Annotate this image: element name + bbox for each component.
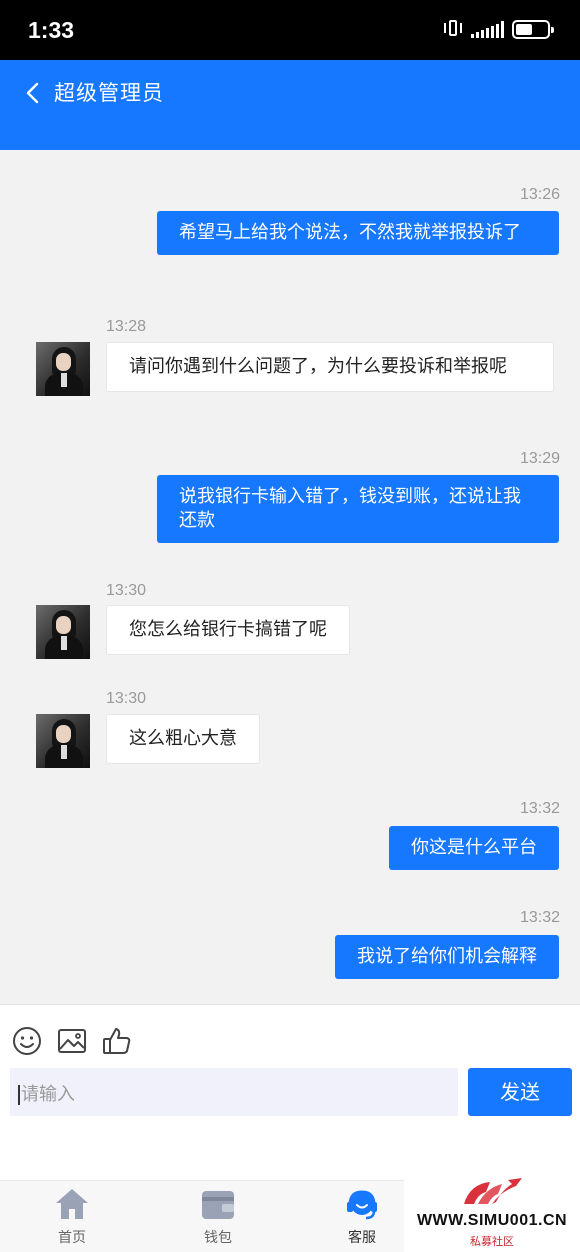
vibrate-icon <box>443 18 463 40</box>
thumbs-up-icon[interactable] <box>101 1025 133 1057</box>
text-caret <box>18 1085 20 1105</box>
message-input[interactable]: 请输入 <box>10 1068 458 1116</box>
page-title: 超级管理员 <box>54 81 164 105</box>
watermark-subtitle: 私募社区 <box>470 1235 514 1248</box>
agent-avatar[interactable] <box>36 605 90 659</box>
agent-avatar[interactable] <box>36 342 90 396</box>
message-bubble-sent: 你这是什么平台 <box>389 826 559 870</box>
tab-customer-service[interactable]: 客服 <box>307 1181 417 1252</box>
message-time: 13:26 <box>519 186 560 203</box>
status-bar: 1:33 <box>0 0 580 60</box>
chat-header: 超级管理员 <box>0 60 580 150</box>
image-icon[interactable] <box>56 1025 88 1057</box>
signal-icon <box>471 20 504 38</box>
chat-messages[interactable]: 13:26 希望马上给我个说法，不然我就举报投诉了 13:28 请问你遇到什么问… <box>0 150 580 1004</box>
simu-logo-icon <box>464 1178 522 1204</box>
message-time: 13:30 <box>106 690 147 707</box>
send-button[interactable]: 发送 <box>468 1068 572 1116</box>
agent-avatar[interactable] <box>36 714 90 768</box>
watermark-url: WWW.SIMU001.CN <box>416 1212 568 1229</box>
tab-label: 首页 <box>58 1230 86 1246</box>
message-composer: 请输入 发送 <box>0 1004 580 1180</box>
message-time: 13:28 <box>106 318 147 335</box>
customer-service-icon <box>347 1190 377 1220</box>
message-bubble-received: 请问你遇到什么问题了，为什么要投诉和举报呢 <box>106 342 554 392</box>
status-icons <box>443 18 554 40</box>
message-bubble-received: 这么粗心大意 <box>106 714 260 764</box>
message-input-placeholder: 请输入 <box>21 1084 75 1105</box>
watermark: WWW.SIMU001.CN 私募社区 <box>404 1168 580 1252</box>
back-arrow-icon[interactable] <box>22 81 46 105</box>
status-time: 1:33 <box>28 17 75 43</box>
tab-home[interactable]: 首页 <box>17 1181 127 1252</box>
battery-icon <box>512 19 554 39</box>
wallet-icon <box>202 1191 234 1219</box>
message-time: 13:32 <box>519 909 560 926</box>
message-bubble-sent: 希望马上给我个说法，不然我就举报投诉了 <box>157 211 559 255</box>
tab-label: 钱包 <box>204 1230 232 1246</box>
tab-label: 客服 <box>348 1230 376 1246</box>
message-bubble-sent: 我说了给你们机会解释 <box>335 935 559 979</box>
message-time: 13:32 <box>519 800 560 817</box>
message-bubble-sent: 说我银行卡输入错了，钱没到账，还说让我还款 <box>157 475 559 543</box>
message-bubble-received: 您怎么给银行卡搞错了呢 <box>106 605 350 655</box>
message-time: 13:29 <box>519 450 560 467</box>
tab-wallet[interactable]: 钱包 <box>163 1181 273 1252</box>
home-icon <box>56 1189 88 1219</box>
emoji-icon[interactable] <box>11 1025 43 1057</box>
message-time: 13:30 <box>106 582 147 599</box>
